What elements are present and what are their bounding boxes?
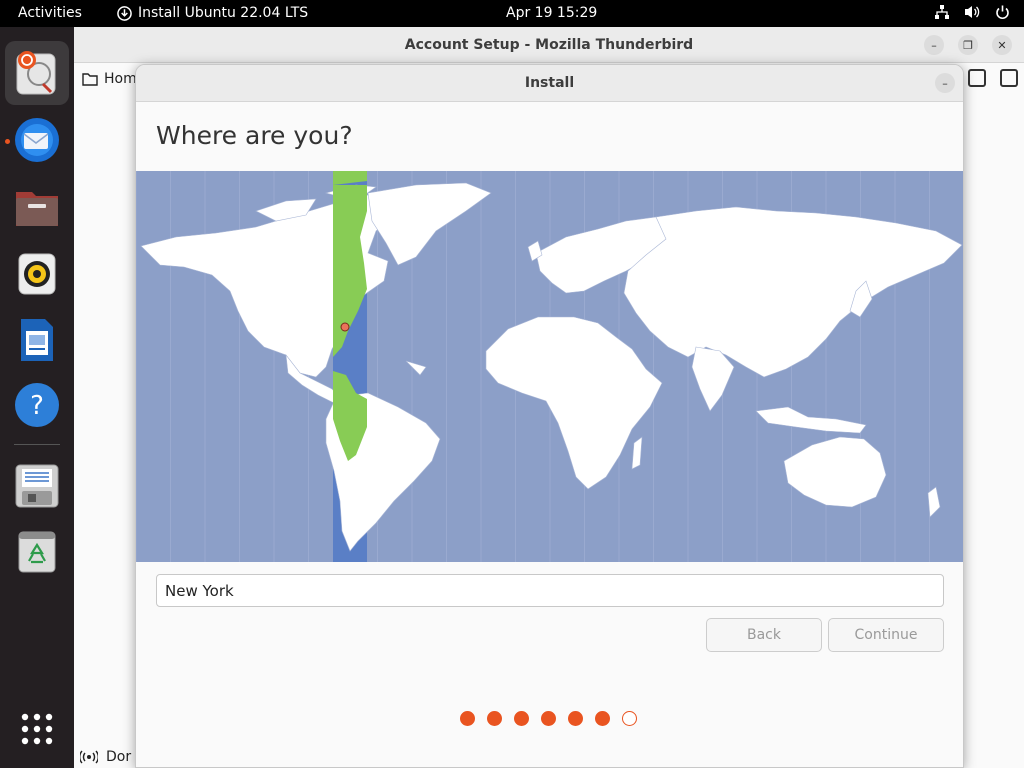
progress-dot [568, 711, 583, 726]
activity-icon [80, 750, 98, 764]
dock-item-thunderbird[interactable] [5, 108, 69, 172]
progress-dot [487, 711, 502, 726]
tab-home[interactable]: Hom [82, 71, 137, 87]
install-titlebar[interactable]: Install – [136, 65, 963, 102]
tab-home-label: Hom [104, 71, 137, 87]
back-button[interactable]: Back [706, 618, 822, 652]
ubuntu-installer-icon [16, 51, 56, 95]
power-icon [996, 5, 1009, 20]
timezone-input[interactable] [156, 574, 944, 607]
tasks-icon[interactable] [1000, 69, 1018, 87]
top-bar: Activities Install Ubuntu 22.04 LTS Apr … [0, 0, 1024, 27]
volume-icon [965, 6, 980, 18]
minimize-icon: – [942, 76, 948, 90]
progress-dot [460, 711, 475, 726]
progress-dot [514, 711, 529, 726]
help-icon: ? [15, 383, 59, 427]
calendar-icon[interactable] [968, 69, 986, 87]
download-icon [117, 5, 132, 21]
thunderbird-titlebar[interactable]: Account Setup - Mozilla Thunderbird – ❐ … [74, 27, 1024, 63]
timezone-map[interactable] [136, 171, 964, 562]
dock: ? [0, 27, 74, 768]
dock-item-drive[interactable] [5, 454, 69, 518]
dock-item-rhythmbox[interactable] [5, 242, 69, 306]
activities-button[interactable]: Activities [18, 5, 82, 21]
minimize-icon: – [931, 38, 937, 52]
system-tray[interactable] [934, 4, 1010, 20]
page-heading: Where are you? [156, 121, 353, 150]
dock-item-app-grid[interactable] [5, 697, 69, 761]
folder-icon [82, 73, 98, 86]
maximize-button[interactable]: ❐ [958, 35, 978, 55]
dock-item-help[interactable]: ? [5, 373, 69, 437]
dock-item-installer[interactable] [5, 41, 69, 105]
thunderbird-icon [15, 118, 59, 162]
network-icon [935, 5, 949, 19]
trash-icon [18, 531, 56, 573]
toolbar-icons [968, 69, 1018, 87]
drive-icon [15, 464, 59, 508]
dock-item-trash[interactable] [5, 519, 69, 583]
close-button[interactable]: ✕ [992, 35, 1012, 55]
dock-item-files[interactable] [5, 175, 69, 239]
status-bar: Dor [80, 749, 131, 765]
minimize-button[interactable]: – [924, 35, 944, 55]
app-menu[interactable]: Install Ubuntu 22.04 LTS [117, 5, 308, 21]
progress-dot [622, 711, 637, 726]
install-minimize-button[interactable]: – [935, 73, 955, 93]
restore-icon: ❐ [963, 38, 973, 52]
progress-dot [595, 711, 610, 726]
location-pin[interactable] [340, 322, 350, 332]
dock-separator [14, 444, 60, 445]
clock[interactable]: Apr 19 15:29 [506, 5, 597, 21]
progress-dot [541, 711, 556, 726]
files-icon [16, 192, 58, 226]
progress-dots [460, 711, 637, 726]
rhythmbox-icon [18, 253, 56, 295]
install-title: Install [524, 75, 575, 91]
thunderbird-title: Account Setup - Mozilla Thunderbird [404, 37, 694, 53]
app-menu-label: Install Ubuntu 22.04 LTS [138, 5, 309, 21]
close-icon: ✕ [997, 38, 1007, 52]
window-controls: – ❐ ✕ [924, 35, 1012, 55]
svg-text:?: ? [30, 391, 44, 421]
install-dialog: Install – Where are you? New York Back C… [135, 64, 964, 768]
status-text: Dor [106, 749, 132, 765]
dock-item-writer[interactable] [5, 308, 69, 372]
writer-icon [21, 319, 53, 361]
continue-button[interactable]: Continue [828, 618, 944, 652]
app-grid-icon [21, 713, 53, 745]
